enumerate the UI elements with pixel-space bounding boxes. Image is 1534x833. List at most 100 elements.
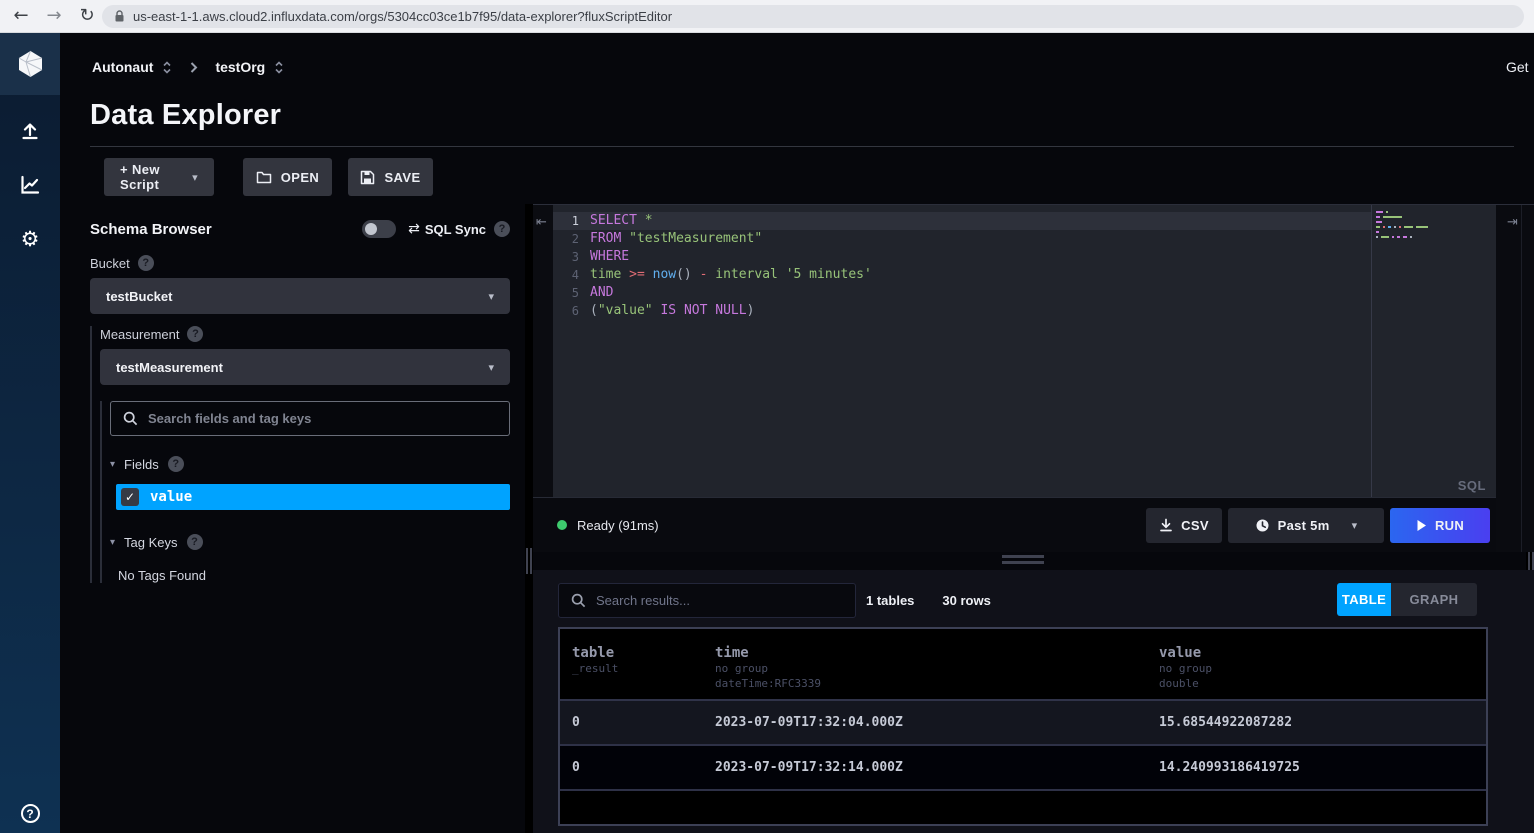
help-icon[interactable]: ? xyxy=(21,804,40,823)
workspace-switcher-caret-icon[interactable] xyxy=(274,60,284,75)
toggle-knob xyxy=(365,223,377,235)
data-explorer-chart-icon[interactable] xyxy=(18,173,42,197)
sql-editor: ⇤ 123456 SELECT *FROM "testMeasurement"W… xyxy=(533,204,1496,497)
tag-keys-help-icon[interactable]: ? xyxy=(187,534,203,550)
expand-right-icon[interactable]: ⇥ xyxy=(1507,215,1518,230)
tag-keys-section-row[interactable]: ▾ Tag Keys ? xyxy=(110,534,510,550)
results-search-box xyxy=(558,583,856,618)
fields-label: Fields xyxy=(124,457,159,472)
fields-help-icon[interactable]: ? xyxy=(168,456,184,472)
browser-forward-icon[interactable]: → xyxy=(41,2,67,28)
sql-sync-toggle[interactable] xyxy=(362,220,396,238)
org-switcher-caret-icon[interactable] xyxy=(162,60,172,75)
left-pane-resize-divider[interactable] xyxy=(525,204,533,833)
field-item-label: value xyxy=(150,489,192,505)
editor-gutter: 123456 xyxy=(553,212,579,320)
minimap-line xyxy=(1376,236,1436,238)
browser-reload-icon[interactable]: ↻ xyxy=(74,2,100,28)
schema-browser-title: Schema Browser xyxy=(90,221,362,238)
query-status: Ready (91ms) xyxy=(557,518,1146,533)
code-line[interactable]: time >= now() - interval '5 minutes' xyxy=(590,266,1366,284)
table-cell: 0 xyxy=(572,715,580,730)
minimap-line xyxy=(1376,226,1436,228)
fields-caret-icon[interactable]: ▾ xyxy=(110,459,115,470)
code-line[interactable]: FROM "testMeasurement" xyxy=(590,230,1366,248)
rail-divider xyxy=(1521,205,1522,552)
line-number: 2 xyxy=(553,230,579,248)
open-button[interactable]: OPEN xyxy=(243,158,332,196)
line-number: 4 xyxy=(553,266,579,284)
results-toolbar: 1 tables 30 rows TABLE GRAPH xyxy=(558,583,1534,618)
address-bar[interactable] xyxy=(102,5,1524,28)
editor-code[interactable]: SELECT *FROM "testMeasurement"WHEREtime … xyxy=(590,212,1366,320)
query-status-bar: Ready (91ms) CSV Past 5m ▾ RUN xyxy=(533,497,1496,552)
table-column-header: timeno groupdateTime:RFC3339 xyxy=(715,645,821,691)
results-table: table_resulttimeno groupdateTime:RFC3339… xyxy=(558,627,1488,826)
editor-minimap[interactable] xyxy=(1376,211,1436,241)
run-button[interactable]: RUN xyxy=(1390,508,1490,543)
upload-icon[interactable] xyxy=(18,119,42,143)
measurement-label: Measurement xyxy=(100,327,179,342)
sql-sync-label: SQL Sync xyxy=(425,222,486,237)
editor-collapse-strip: ⇤ xyxy=(533,205,553,497)
bucket-dropdown[interactable]: testBucket ▾ xyxy=(90,278,510,314)
code-line[interactable]: AND xyxy=(590,284,1366,302)
breadcrumb-chevron-icon xyxy=(189,61,198,74)
get-started-link[interactable]: Get xyxy=(1506,59,1529,75)
breadcrumb-org[interactable]: Autonaut xyxy=(92,59,153,75)
fields-section-row[interactable]: ▾ Fields ? xyxy=(110,456,510,472)
tag-keys-caret-icon[interactable]: ▾ xyxy=(110,537,115,548)
measurement-help-icon[interactable]: ? xyxy=(187,326,203,342)
tab-table[interactable]: TABLE xyxy=(1337,583,1391,616)
browser-chrome: ← → ↻ xyxy=(0,0,1534,33)
breadcrumb-workspace[interactable]: testOrg xyxy=(215,59,265,75)
code-line[interactable]: SELECT * xyxy=(590,212,1366,230)
tab-graph[interactable]: GRAPH xyxy=(1391,583,1477,616)
minimap-line xyxy=(1376,221,1436,223)
measurement-dropdown[interactable]: testMeasurement ▾ xyxy=(100,349,510,385)
results-panel: 1 tables 30 rows TABLE GRAPH table_resul… xyxy=(533,570,1534,833)
time-range-dropdown[interactable]: Past 5m ▾ xyxy=(1228,508,1384,543)
fields-search-box xyxy=(110,401,510,436)
line-number: 3 xyxy=(553,248,579,266)
measurement-dropdown-caret-icon: ▾ xyxy=(488,361,494,374)
time-range-caret-icon: ▾ xyxy=(1352,519,1358,532)
code-line[interactable]: WHERE xyxy=(590,248,1366,266)
new-script-caret-icon: ▾ xyxy=(192,171,198,184)
bucket-label-row: Bucket ? xyxy=(90,255,510,271)
results-search-input[interactable] xyxy=(596,593,843,608)
measurement-label-row: Measurement ? xyxy=(100,326,510,342)
download-icon xyxy=(1159,518,1173,532)
fields-search-input[interactable] xyxy=(148,411,497,426)
schema-browser-header: Schema Browser ⇄ SQL Sync ? xyxy=(90,215,510,243)
page-title: Data Explorer xyxy=(90,99,281,132)
minimap-line xyxy=(1376,216,1436,218)
left-resize-handle[interactable] xyxy=(526,548,532,574)
code-line[interactable]: ("value" IS NOT NULL) xyxy=(590,302,1366,320)
field-checkbox[interactable]: ✓ xyxy=(121,488,139,506)
url-input[interactable] xyxy=(133,9,1512,24)
browser-back-icon[interactable]: ← xyxy=(8,2,34,28)
fields-tags-group: ▾ Fields ? ✓ value ▾ Tag Keys ? No Tags … xyxy=(100,401,510,583)
query-actions: CSV Past 5m ▾ RUN xyxy=(1146,508,1490,543)
save-button[interactable]: SAVE xyxy=(348,158,433,196)
results-table-body: 02023-07-09T17:32:04.000Z15.685449220872… xyxy=(560,701,1486,791)
settings-gear-icon[interactable]: ⚙ xyxy=(18,227,42,251)
view-tabs: TABLE GRAPH xyxy=(1337,583,1477,616)
influxdb-logo-icon xyxy=(17,50,44,78)
table-cell: 0 xyxy=(572,760,580,775)
title-divider xyxy=(90,146,1514,147)
sql-sync-help-icon[interactable]: ? xyxy=(494,221,510,237)
influxdb-logo[interactable] xyxy=(0,33,60,95)
results-resize-handle[interactable] xyxy=(1002,555,1044,564)
minimap-divider xyxy=(1371,205,1372,497)
play-icon xyxy=(1416,519,1427,532)
search-icon xyxy=(123,411,138,426)
new-script-button[interactable]: + New Script ▾ xyxy=(104,158,214,196)
field-item-value[interactable]: ✓ value xyxy=(116,484,510,510)
breadcrumb: Autonaut testOrg xyxy=(92,57,284,77)
collapse-left-icon[interactable]: ⇤ xyxy=(536,215,547,230)
csv-download-button[interactable]: CSV xyxy=(1146,508,1222,543)
bucket-help-icon[interactable]: ? xyxy=(138,255,154,271)
tables-count: 1 tables xyxy=(866,593,914,608)
